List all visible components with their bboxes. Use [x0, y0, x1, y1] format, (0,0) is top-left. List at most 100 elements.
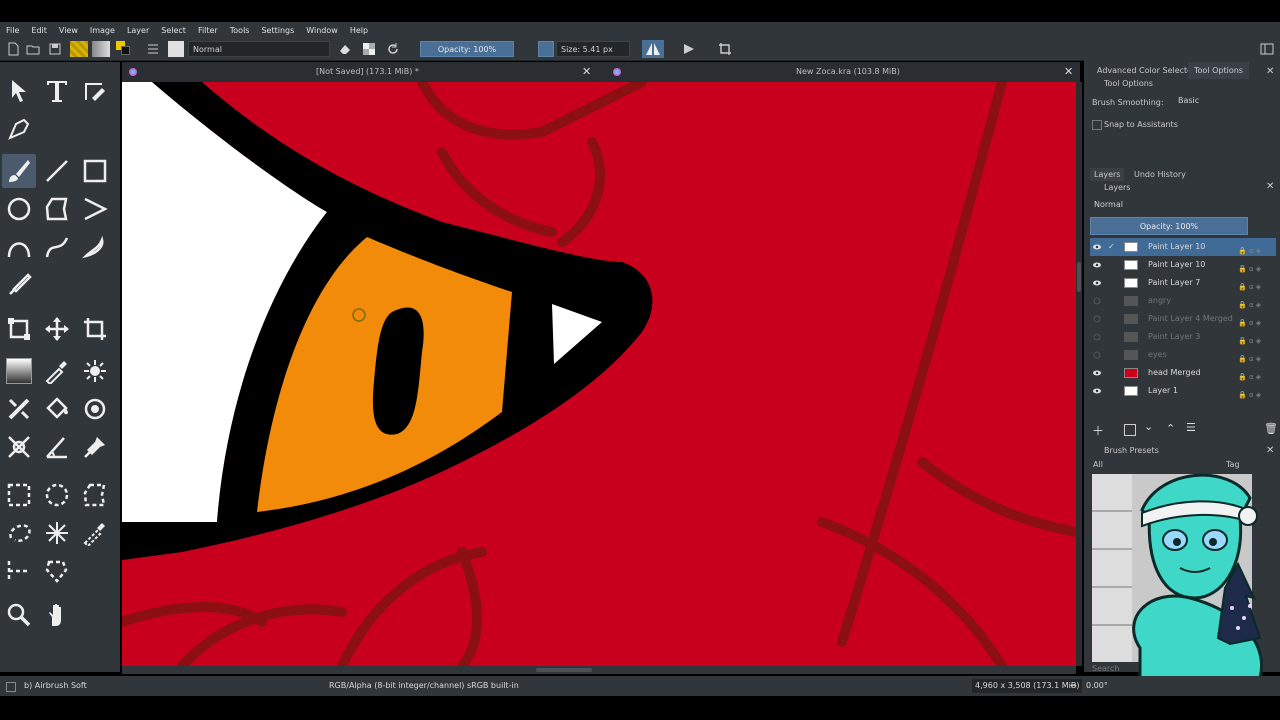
menu-filter[interactable]: Filter — [192, 26, 224, 35]
reload-preset-icon[interactable] — [386, 42, 400, 56]
bezier-selection-tool[interactable] — [2, 554, 36, 588]
layer-row[interactable]: ✓ Paint Layer 10 🔒 α ◈ — [1090, 238, 1276, 256]
polygonal-selection-tool[interactable] — [78, 478, 112, 512]
opacity-slider[interactable]: Opacity: 100% — [420, 41, 514, 57]
open-document-icon[interactable] — [26, 42, 40, 56]
contiguous-selection-tool[interactable] — [40, 516, 74, 550]
layer-lock-alpha-icons[interactable]: 🔒 α ◈ — [1238, 386, 1272, 399]
brush-search-input[interactable]: Search — [1092, 664, 1119, 673]
mirror-horizontal-icon[interactable] — [642, 40, 664, 58]
gradient-tool[interactable] — [2, 354, 36, 388]
vertical-scrollbar[interactable] — [1076, 82, 1082, 666]
delete-layer-icon[interactable]: 🗑 — [1264, 422, 1278, 435]
menu-tools[interactable]: Tools — [224, 26, 256, 35]
workspace-icon[interactable] — [1260, 42, 1274, 56]
hidden-eye-icon[interactable] — [1093, 297, 1101, 305]
colorize-mask-tool[interactable] — [2, 392, 36, 426]
tab-tool-options[interactable]: Tool Options — [1188, 62, 1249, 79]
layer-row[interactable]: Paint Layer 3 🔒 α ◈ — [1090, 328, 1276, 346]
rectangle-tool[interactable] — [78, 154, 112, 188]
magnetic-selection-tool[interactable] — [40, 554, 74, 588]
bezier-curve-tool[interactable] — [2, 230, 36, 264]
eye-icon[interactable] — [1093, 279, 1101, 287]
eye-icon[interactable] — [1093, 261, 1101, 269]
check-icon[interactable]: ✓ — [1108, 238, 1115, 256]
calligraphy-tool[interactable] — [2, 112, 36, 146]
pan-tool[interactable] — [40, 598, 74, 632]
hidden-eye-icon[interactable] — [1093, 315, 1101, 323]
mirror-vertical-icon[interactable] — [682, 42, 696, 56]
similar-color-selection-tool[interactable] — [78, 516, 112, 550]
elliptical-selection-tool[interactable] — [40, 478, 74, 512]
zoom-tool[interactable] — [2, 598, 36, 632]
move-layer-down-icon[interactable]: ⌄ — [1144, 420, 1153, 433]
menu-window[interactable]: Window — [300, 26, 344, 35]
hidden-eye-icon[interactable] — [1093, 351, 1101, 359]
layer-row[interactable]: head Merged 🔒 α ◈ — [1090, 364, 1276, 382]
menu-image[interactable]: Image — [84, 26, 121, 35]
brush-settings-icon[interactable] — [146, 42, 160, 56]
menu-file[interactable]: File — [0, 26, 25, 35]
eye-icon[interactable] — [1093, 369, 1101, 377]
layer-lock-alpha-icons[interactable]: 🔒 α ◈ — [1238, 242, 1272, 255]
tab-layers[interactable]: Layers — [1090, 168, 1125, 181]
snap-checkbox[interactable] — [1092, 120, 1102, 130]
line-tool[interactable] — [40, 154, 74, 188]
rectangular-selection-tool[interactable] — [2, 478, 36, 512]
preserve-alpha-icon[interactable] — [362, 42, 376, 56]
layer-row[interactable]: Paint Layer 10 🔒 α ◈ — [1090, 256, 1276, 274]
assistant-tool[interactable] — [2, 430, 36, 464]
menu-select[interactable]: Select — [155, 26, 192, 35]
freehand-selection-tool[interactable] — [2, 516, 36, 550]
polyline-tool[interactable] — [78, 192, 112, 226]
new-document-icon[interactable] — [6, 42, 20, 56]
pattern-swatch[interactable] — [70, 41, 88, 57]
eraser-mode-icon[interactable] — [338, 42, 352, 56]
layer-blend-select[interactable]: Normal — [1090, 198, 1254, 211]
multibrush-tool[interactable] — [2, 268, 36, 302]
layer-row[interactable]: Layer 1 🔒 α ◈ — [1090, 382, 1276, 400]
drawing-canvas[interactable] — [122, 82, 1076, 666]
tab-advanced-color-selector[interactable]: Advanced Color Selector — [1097, 66, 1195, 75]
horizontal-scrollbar[interactable] — [122, 666, 1076, 674]
fill-tool[interactable] — [40, 392, 74, 426]
move-tool[interactable] — [40, 312, 74, 346]
layer-row[interactable]: Paint Layer 7 🔒 α ◈ — [1090, 274, 1276, 292]
menu-help[interactable]: Help — [344, 26, 374, 35]
duplicate-layer-icon[interactable] — [1124, 424, 1136, 436]
close-tab-icon[interactable]: ✕ — [582, 62, 591, 82]
edit-shapes-tool[interactable] — [78, 74, 112, 108]
polygon-tool[interactable] — [40, 192, 74, 226]
brush-preset-icon[interactable] — [168, 41, 184, 57]
save-icon[interactable] — [48, 42, 62, 56]
rotation-icon[interactable]: ↔ — [1070, 676, 1077, 696]
vertical-scroll-thumb[interactable] — [1077, 262, 1081, 292]
move-layer-up-icon[interactable]: ⌃ — [1166, 422, 1175, 435]
reference-images-tool[interactable] — [78, 430, 112, 464]
freehand-brush-tool[interactable] — [2, 154, 36, 188]
layer-lock-alpha-icons[interactable]: 🔒 α ◈ — [1238, 368, 1272, 381]
layer-row[interactable]: angry 🔒 α ◈ — [1090, 292, 1276, 310]
menu-edit[interactable]: Edit — [25, 26, 53, 35]
close-brush-presets-icon[interactable]: ✕ — [1266, 445, 1274, 456]
size-handle[interactable] — [538, 41, 554, 57]
blend-mode-select[interactable]: Normal — [188, 41, 330, 57]
ellipse-tool[interactable] — [2, 192, 36, 226]
freehand-path-tool[interactable] — [40, 230, 74, 264]
measure-tool[interactable] — [40, 430, 74, 464]
tab-new-zoca[interactable]: New Zoca.kra (103.8 MiB) — [796, 62, 900, 82]
layer-lock-alpha-icons[interactable]: 🔒 α ◈ — [1238, 350, 1272, 363]
layer-lock-alpha-icons[interactable]: 🔒 α ◈ — [1238, 332, 1272, 345]
smart-patch-tool[interactable] — [78, 354, 112, 388]
menu-settings[interactable]: Settings — [255, 26, 300, 35]
brush-smoothing-select[interactable]: Basic — [1174, 94, 1274, 108]
menu-layer[interactable]: Layer — [121, 26, 155, 35]
hidden-eye-icon[interactable] — [1093, 333, 1101, 341]
layer-lock-alpha-icons[interactable]: 🔒 α ◈ — [1238, 314, 1272, 327]
size-slider[interactable]: Size: 5.41 px — [556, 41, 630, 57]
layer-opacity-slider[interactable]: Opacity: 100% — [1090, 217, 1248, 235]
enclose-fill-tool[interactable] — [78, 392, 112, 426]
eye-icon[interactable] — [1093, 243, 1101, 251]
layer-lock-alpha-icons[interactable]: 🔒 α ◈ — [1238, 296, 1272, 309]
brush-filter-select[interactable]: All — [1093, 460, 1103, 469]
